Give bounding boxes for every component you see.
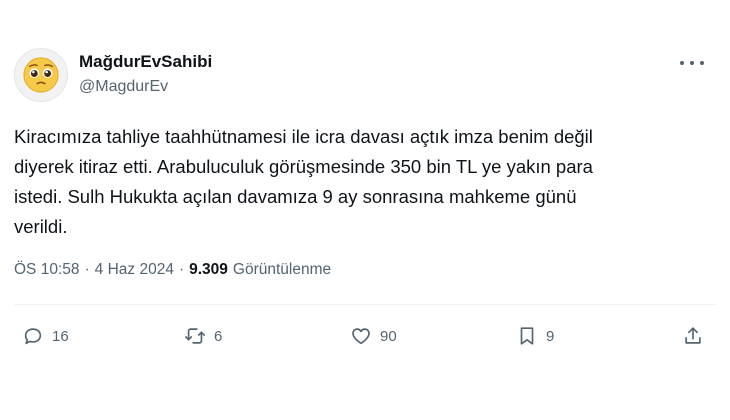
tweet-date[interactable]: 4 Haz 2024 <box>95 261 174 279</box>
dot <box>690 61 694 65</box>
bookmark-icon <box>520 327 534 345</box>
reply-button[interactable]: 16 <box>22 318 69 354</box>
tweet-card: MağdurEvSahibi @MagdurEv Kiracımıza tahl… <box>0 0 730 420</box>
action-bar: 16 6 90 9 <box>0 318 730 354</box>
heart-icon <box>352 328 370 345</box>
meta-separator: · <box>178 261 185 278</box>
author-display-name[interactable]: MağdurEvSahibi <box>79 52 212 72</box>
share-button[interactable] <box>682 318 704 354</box>
views-count: 9.309 <box>189 261 228 278</box>
meta-separator: · <box>84 261 90 278</box>
author-handle[interactable]: @MagdurEv <box>79 78 168 96</box>
tweet-time[interactable]: ÖS 10:58 <box>14 261 80 279</box>
reply-icon <box>24 328 42 345</box>
dot <box>700 61 704 65</box>
bookmark-button[interactable]: 9 <box>516 318 554 354</box>
reply-count: 16 <box>52 327 69 345</box>
retweet-icon <box>185 328 205 344</box>
pleading-face-icon <box>23 57 59 93</box>
dot <box>680 61 684 65</box>
tweet-text: Kiracımıza tahliye taahhütnamesi ile icr… <box>14 126 593 237</box>
bookmark-count: 9 <box>546 327 555 345</box>
retweet-button[interactable]: 6 <box>184 318 222 354</box>
like-count: 90 <box>380 327 397 345</box>
views-label: Görüntülenme <box>232 261 332 278</box>
more-options-icon[interactable] <box>680 56 704 70</box>
share-icon <box>685 327 701 344</box>
divider <box>14 304 716 305</box>
retweet-count: 6 <box>214 327 223 345</box>
tweet-meta: ÖS 10:58 · 4 Haz 2024 · 9.309 Görüntülen… <box>14 261 331 279</box>
avatar[interactable] <box>14 48 68 102</box>
like-button[interactable]: 90 <box>350 318 397 354</box>
